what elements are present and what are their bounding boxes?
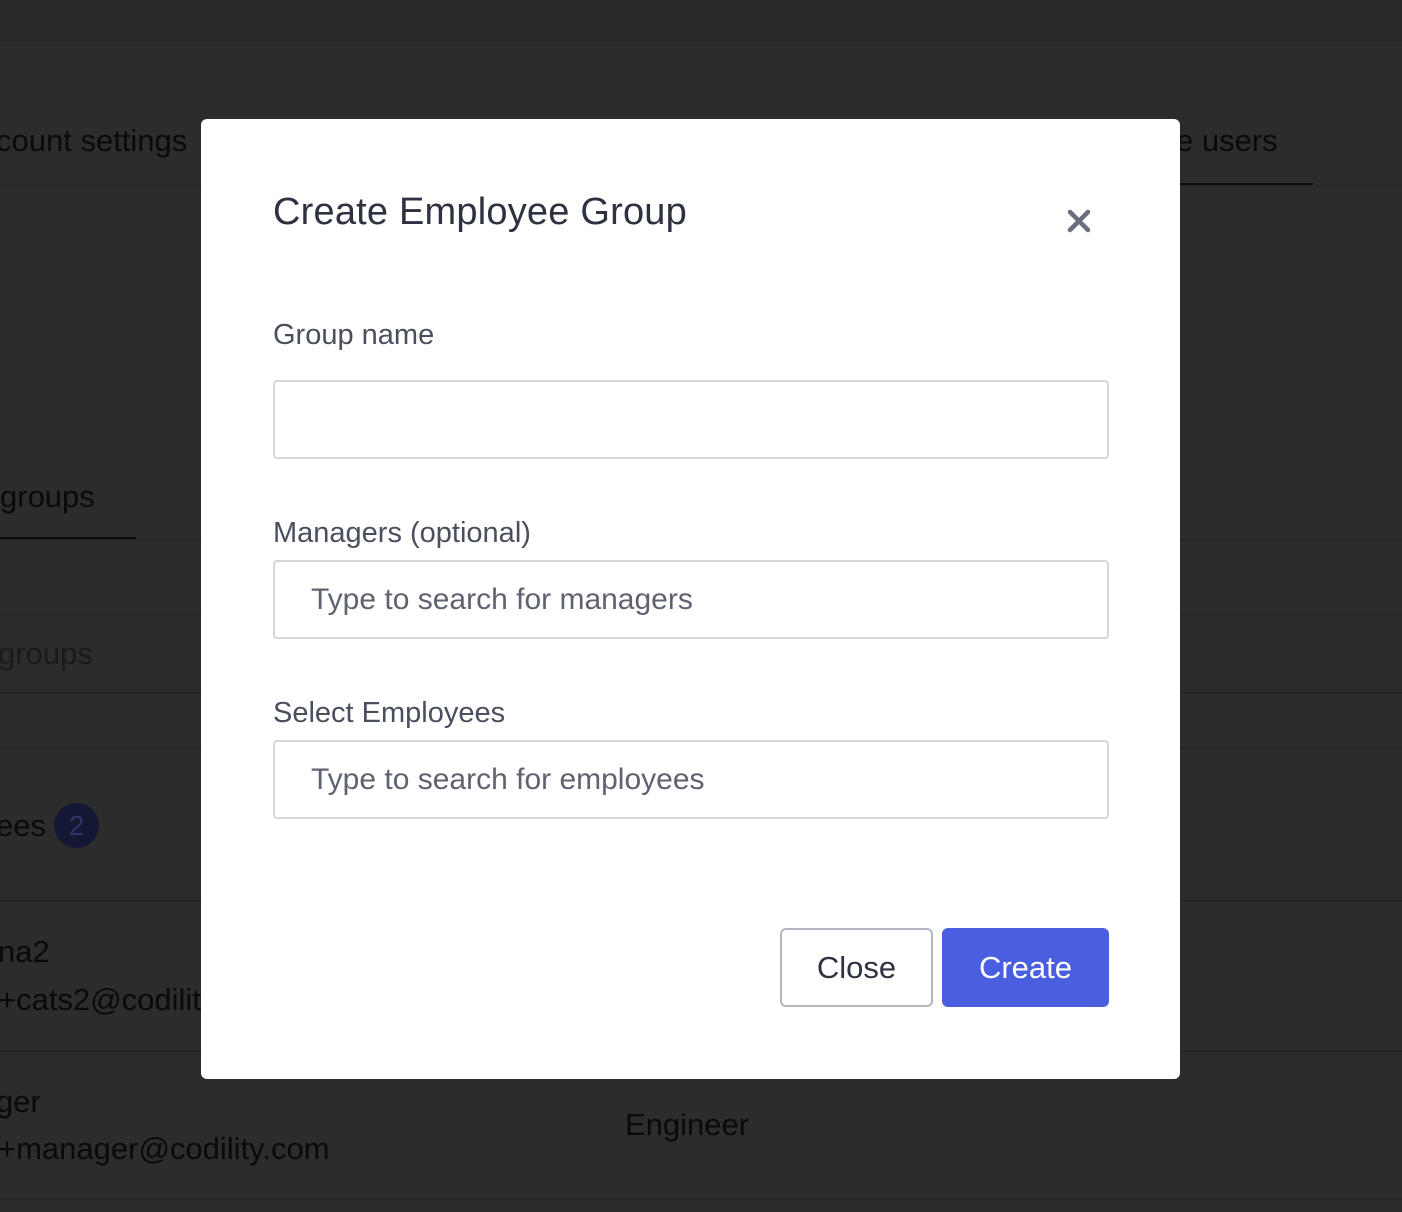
group-name-input[interactable] [273,380,1109,459]
tab-account-settings[interactable]: count settings [0,123,187,159]
managers-search-input[interactable] [273,560,1109,639]
employees-label: Select Employees [273,697,506,729]
create-button[interactable]: Create [942,928,1109,1007]
row-divider [0,1198,1402,1200]
managers-label: Managers (optional) [273,517,531,549]
groups-list-header: groups [0,636,93,671]
employee-name: na2 [0,934,50,969]
employee-role: Engineer [625,1107,750,1142]
top-bar [0,0,1402,42]
close-icon[interactable] [1059,201,1099,241]
employee-name: ger [0,1084,41,1119]
employees-count-badge: 2 [54,803,99,848]
tab-manage-users[interactable]: e users [1176,123,1278,159]
employee-email: +manager@codility.com [0,1131,330,1166]
close-button[interactable]: Close [780,928,933,1007]
group-name-label: Group name [273,319,435,351]
close-icon-glyph [1067,209,1091,233]
employee-email: +cats2@codilit [0,982,201,1017]
create-employee-group-modal: Create Employee Group Group name Manager… [201,119,1180,1079]
employees-search-input[interactable] [273,740,1109,819]
subtab-groups[interactable]: groups [0,479,95,515]
modal-title: Create Employee Group [273,191,687,233]
employees-section-label: ees [0,808,46,843]
